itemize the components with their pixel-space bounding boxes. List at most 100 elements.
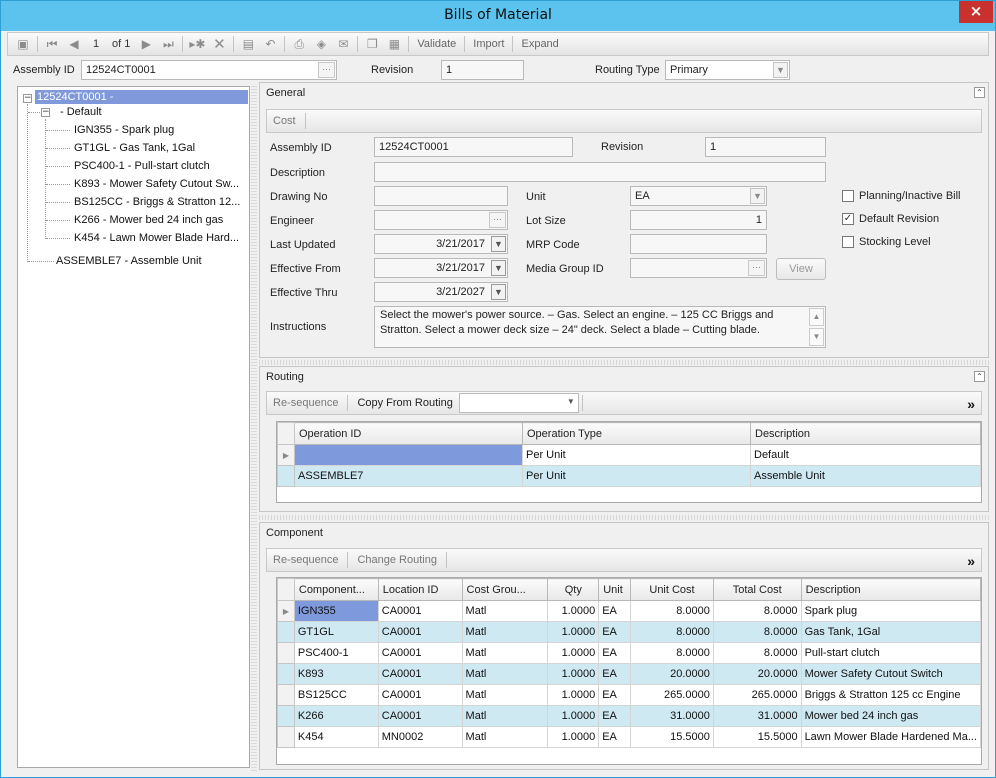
tree-item[interactable]: K454 - Lawn Mower Blade Hard... xyxy=(74,232,239,244)
location-cell[interactable]: CA0001 xyxy=(377,621,463,643)
description-cell[interactable]: Gas Tank, 1Gal xyxy=(800,621,982,643)
location-cell[interactable]: CA0001 xyxy=(377,684,463,706)
description-field[interactable] xyxy=(374,162,826,182)
unit-cell[interactable]: EA xyxy=(598,726,632,748)
revision-field[interactable]: 1 xyxy=(441,60,524,80)
qty-cell[interactable]: 1.0000 xyxy=(547,684,600,706)
tree-item[interactable]: GT1GL - Gas Tank, 1Gal xyxy=(74,142,195,154)
overflow-chevrons-icon[interactable]: » xyxy=(967,553,975,569)
table-row[interactable]: PSC400-1 CA0001 Matl 1.0000 EA 8.0000 8.… xyxy=(277,642,982,664)
chevron-down-icon[interactable]: ▼ xyxy=(491,260,506,276)
cost-group-cell[interactable]: Matl xyxy=(461,621,549,643)
document-icon[interactable]: ▤ xyxy=(239,35,257,53)
column-header[interactable]: Operation ID xyxy=(294,422,523,445)
column-header[interactable]: Location ID xyxy=(377,578,463,601)
last-updated-date[interactable]: 3/21/2017 ▼ xyxy=(374,234,508,254)
mrp-code-field[interactable] xyxy=(630,234,767,254)
qty-cell[interactable]: 1.0000 xyxy=(547,663,600,685)
lot-size-field[interactable]: 1 xyxy=(630,210,767,230)
print-preview-icon[interactable]: ⎙ xyxy=(290,35,308,53)
unit-cell[interactable]: EA xyxy=(598,642,632,664)
stocking-level-checkbox[interactable] xyxy=(842,236,854,248)
qty-cell[interactable]: 1.0000 xyxy=(547,642,600,664)
component-cell[interactable]: K893 xyxy=(293,663,379,685)
overflow-chevrons-icon[interactable]: » xyxy=(967,396,975,412)
table-row[interactable]: ▶ IGN355 CA0001 Matl 1.0000 EA 8.0000 8.… xyxy=(277,600,982,622)
tree-item[interactable]: IGN355 - Spark plug xyxy=(74,124,174,136)
description-cell[interactable]: Briggs & Stratton 125 cc Engine xyxy=(800,684,982,706)
column-header[interactable]: Operation Type xyxy=(522,422,751,445)
first-record-icon[interactable]: ⏮ xyxy=(43,35,61,53)
cost-group-cell[interactable]: Matl xyxy=(461,705,549,727)
total-cost-cell[interactable]: 8.0000 xyxy=(712,621,802,643)
chevron-down-icon[interactable]: ▼ xyxy=(773,62,788,78)
media-group-lookup[interactable]: ··· xyxy=(630,258,767,278)
unit-cell[interactable]: EA xyxy=(598,600,632,622)
cost-group-cell[interactable]: Matl xyxy=(461,684,549,706)
default-revision-checkbox[interactable]: ✓ xyxy=(842,213,854,225)
column-header[interactable]: Total Cost xyxy=(712,578,802,601)
column-header[interactable]: Description xyxy=(750,422,981,445)
delete-icon[interactable]: ✕ xyxy=(210,35,228,53)
tree-root-node[interactable]: 12524CT0001 - xyxy=(35,90,248,104)
chevron-down-icon[interactable]: ▼ xyxy=(750,188,765,204)
tree-item[interactable]: K266 - Mower bed 24 inch gas xyxy=(74,214,223,226)
total-cost-cell[interactable]: 20.0000 xyxy=(712,663,802,685)
ellipsis-icon[interactable]: ··· xyxy=(748,260,765,276)
unit-cost-cell[interactable]: 8.0000 xyxy=(630,642,714,664)
drawing-no-field[interactable] xyxy=(374,186,508,206)
vertical-splitter[interactable] xyxy=(251,86,257,772)
collapse-icon[interactable]: − xyxy=(41,108,50,117)
table-row[interactable]: BS125CC CA0001 Matl 1.0000 EA 265.0000 2… xyxy=(277,684,982,706)
description-cell[interactable]: Mower bed 24 inch gas xyxy=(800,705,982,727)
copy-from-routing-select[interactable]: ▼ xyxy=(458,393,579,413)
tree-item[interactable]: PSC400-1 - Pull-start clutch xyxy=(74,160,210,172)
component-cell[interactable]: IGN355 xyxy=(293,600,379,622)
operation-id-cell[interactable]: ASSEMBLE7 xyxy=(294,465,523,487)
chevron-down-icon[interactable]: ▼ xyxy=(567,397,575,406)
column-header[interactable]: Description xyxy=(800,578,982,601)
description-cell[interactable]: Lawn Mower Blade Hardened Ma... xyxy=(800,726,982,748)
resequence-button[interactable]: Re-sequence xyxy=(267,397,344,409)
effective-from-date[interactable]: 3/21/2017 ▼ xyxy=(374,258,508,278)
total-cost-cell[interactable]: 31.0000 xyxy=(712,705,802,727)
cost-button[interactable]: Cost xyxy=(267,115,302,127)
new-record-icon[interactable]: ▸✱ xyxy=(188,35,206,53)
total-cost-cell[interactable]: 265.0000 xyxy=(712,684,802,706)
qty-cell[interactable]: 1.0000 xyxy=(547,726,600,748)
unit-cell[interactable]: EA xyxy=(598,684,632,706)
component-cell[interactable]: GT1GL xyxy=(293,621,379,643)
unit-select[interactable]: EA ▼ xyxy=(630,186,767,206)
ellipsis-icon[interactable]: ··· xyxy=(318,62,335,78)
location-cell[interactable]: CA0001 xyxy=(377,642,463,664)
description-cell[interactable]: Spark plug xyxy=(800,600,982,622)
table-row[interactable]: K893 CA0001 Matl 1.0000 EA 20.0000 20.00… xyxy=(277,663,982,685)
unit-cost-cell[interactable]: 20.0000 xyxy=(630,663,714,685)
location-cell[interactable]: CA0001 xyxy=(377,600,463,622)
column-header[interactable]: Unit Cost xyxy=(630,578,714,601)
unit-cost-cell[interactable]: 31.0000 xyxy=(630,705,714,727)
description-cell[interactable]: Pull-start clutch xyxy=(800,642,982,664)
component-cell[interactable]: K454 xyxy=(293,726,379,748)
location-cell[interactable]: CA0001 xyxy=(377,663,463,685)
qty-cell[interactable]: 1.0000 xyxy=(547,705,600,727)
scroll-down-icon[interactable]: ▼ xyxy=(809,328,824,346)
previous-record-icon[interactable]: ◀ xyxy=(65,35,83,53)
tree-item[interactable]: K893 - Mower Safety Cutout Sw... xyxy=(74,178,239,190)
qty-cell[interactable]: 1.0000 xyxy=(547,621,600,643)
table-row[interactable]: K454 MN0002 Matl 1.0000 EA 15.5000 15.50… xyxy=(277,726,982,748)
ellipsis-icon[interactable]: ··· xyxy=(489,212,506,228)
paste-icon[interactable]: ▦ xyxy=(385,35,403,53)
horizontal-splitter[interactable] xyxy=(259,360,989,365)
resequence-button[interactable]: Re-sequence xyxy=(267,554,344,566)
column-header[interactable]: Unit xyxy=(598,578,632,601)
unit-cost-cell[interactable]: 15.5000 xyxy=(630,726,714,748)
expand-button[interactable]: Expand xyxy=(518,35,561,53)
next-record-icon[interactable]: ▶ xyxy=(137,35,155,53)
description-cell[interactable]: Default xyxy=(750,444,981,466)
chevron-down-icon[interactable]: ▼ xyxy=(491,236,506,252)
unit-cell[interactable]: EA xyxy=(598,621,632,643)
chevron-down-icon[interactable]: ▼ xyxy=(491,284,506,300)
copy-icon[interactable]: ❐ xyxy=(363,35,381,53)
total-cost-cell[interactable]: 8.0000 xyxy=(712,642,802,664)
